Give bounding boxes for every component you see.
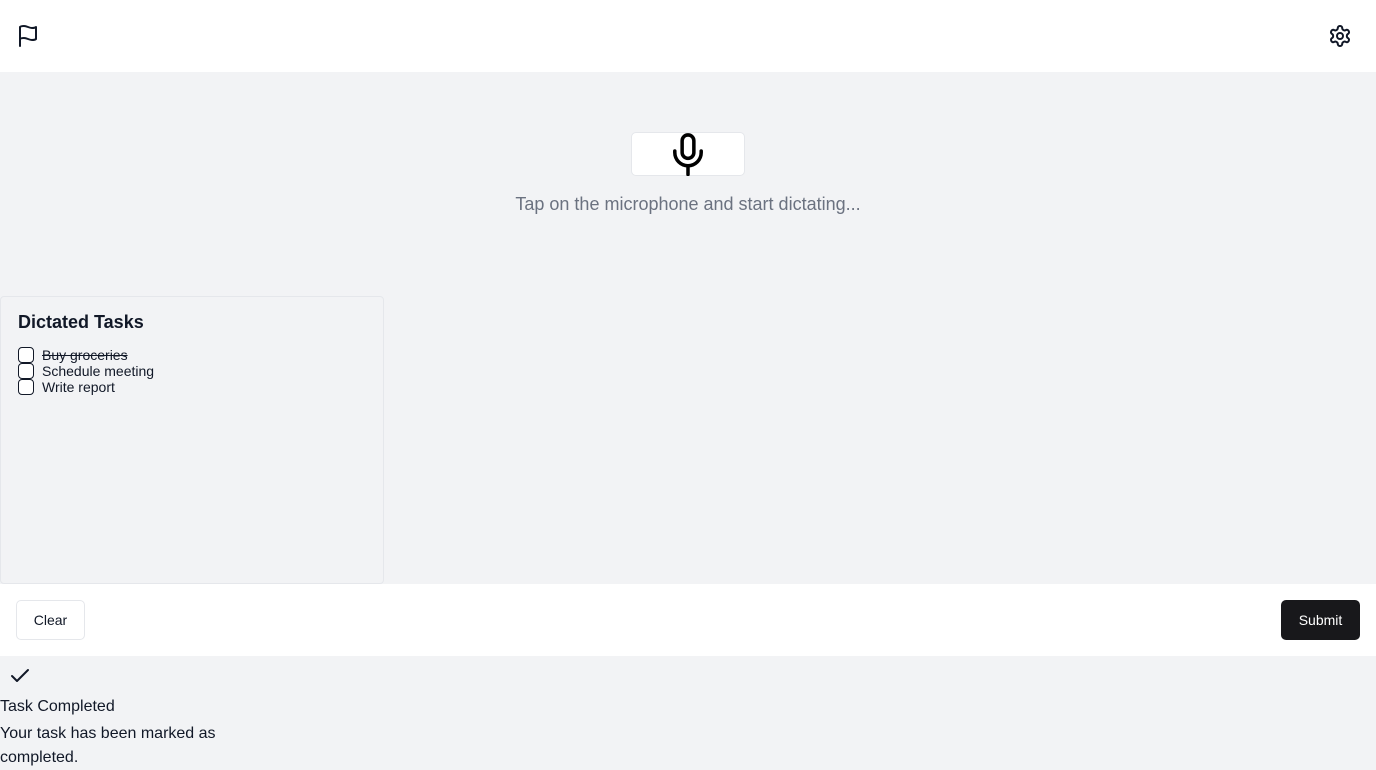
task-label: Buy groceries xyxy=(42,347,128,363)
toast-title: Task Completed xyxy=(0,698,115,715)
microphone-button[interactable] xyxy=(631,132,745,176)
submit-button[interactable]: Submit xyxy=(1281,600,1360,640)
task-checkbox[interactable] xyxy=(18,363,34,379)
task-item: Schedule meeting xyxy=(18,363,154,379)
dictation-area: Tap on the microphone and start dictatin… xyxy=(0,72,1376,584)
clear-button[interactable]: Clear xyxy=(16,600,85,640)
action-footer: Clear Submit xyxy=(0,584,1376,656)
gear-icon[interactable] xyxy=(1328,24,1352,48)
task-checkbox[interactable] xyxy=(18,379,34,395)
task-item: Write report xyxy=(18,379,154,395)
dictated-tasks-card: Dictated Tasks Buy groceries Schedule me… xyxy=(0,296,384,584)
toast-description: Your task has been marked as completed. xyxy=(0,725,216,766)
microphone-icon xyxy=(673,133,703,176)
check-icon xyxy=(11,669,29,682)
flag-icon[interactable] xyxy=(16,24,40,48)
tasks-title: Dictated Tasks xyxy=(18,312,144,332)
task-item: Buy groceries xyxy=(18,347,154,363)
task-label: Write report xyxy=(42,379,115,395)
task-list: Buy groceries Schedule meeting Write rep… xyxy=(18,347,154,395)
top-bar xyxy=(0,0,1376,72)
dictation-hint: Tap on the microphone and start dictatin… xyxy=(515,194,861,214)
toast-notification: Task Completed Your task has been marked… xyxy=(0,656,1376,768)
task-label: Schedule meeting xyxy=(42,363,155,379)
task-checkbox[interactable] xyxy=(18,347,34,363)
